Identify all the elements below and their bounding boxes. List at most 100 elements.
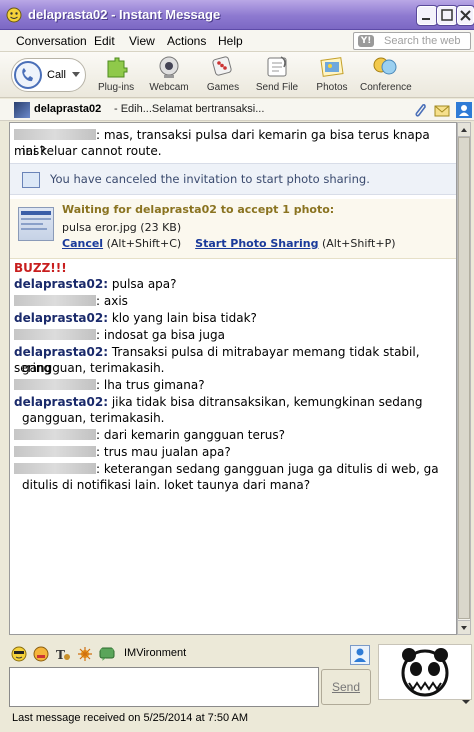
yahoo-search-icon: Y! (358, 35, 374, 47)
photo-thumbnail[interactable] (18, 207, 54, 241)
emoticon-icon[interactable] (11, 646, 27, 662)
maximize-button[interactable] (436, 5, 458, 26)
radiohead-bear-icon (401, 648, 449, 697)
redacted-sender (14, 329, 96, 340)
svg-text:T: T (56, 648, 65, 662)
menu-conversation[interactable]: Conversation (16, 34, 87, 48)
photos-button[interactable]: Photos (314, 55, 350, 93)
conference-icon (373, 57, 397, 75)
menu-edit[interactable]: Edit (94, 34, 115, 48)
audible-icon[interactable] (33, 646, 49, 662)
message-text: : keterangan sedang gangguan juga ga dit… (96, 462, 439, 476)
redacted-sender (14, 379, 96, 390)
display-image-toggle[interactable] (350, 645, 370, 665)
photo-sharing-notice: You have canceled the invitation to star… (10, 163, 456, 195)
phone-icon (14, 61, 42, 89)
send-file-button[interactable]: Send File (254, 55, 300, 93)
message-continuation: gangguan, terimakasih. (22, 411, 165, 425)
send-button[interactable]: Send (321, 669, 371, 705)
games-button[interactable]: Games (205, 55, 241, 93)
redacted-sender (14, 429, 96, 440)
games-icon (212, 56, 232, 76)
start-shortcut: (Alt+Shift+P) (321, 237, 396, 250)
message-continuation: gangguan, terimakasih. (22, 361, 165, 375)
send-file-label: Send File (255, 82, 299, 93)
conversation-scrollbar[interactable] (457, 122, 471, 635)
scroll-thumb[interactable] (458, 137, 470, 619)
conference-button[interactable]: Conference (360, 55, 412, 93)
message-text: klo yang lain bisa tidak? (108, 311, 257, 325)
search-placeholder: Search the web (384, 35, 461, 47)
message-text: : axis (96, 294, 128, 308)
contact-bar: delaprasta02 - Edih...Selamat bertransak… (0, 99, 474, 121)
cancel-photo-link[interactable]: Cancel (62, 237, 103, 250)
menu-bar: Conversation Edit View Actions Help Y! S… (0, 30, 474, 52)
notice-text: You have canceled the invitation to star… (50, 172, 370, 186)
my-display-image[interactable] (378, 644, 472, 700)
conference-label: Conference (360, 82, 412, 93)
photos-icon (320, 57, 344, 77)
call-dropdown-icon[interactable] (72, 72, 80, 77)
webcam-label: Webcam (149, 82, 189, 93)
font-format-icon[interactable]: T (55, 646, 71, 662)
close-icon (460, 10, 471, 21)
photo-invite-title: Waiting for delaprasta02 to accept 1 pho… (62, 203, 335, 216)
imvironment-icon[interactable] (99, 646, 115, 662)
send-file-icon (267, 56, 287, 77)
webcam-icon (159, 56, 179, 78)
conversation-area[interactable]: : mas, transaksi pulsa dari kemarin ga b… (9, 122, 457, 635)
minimize-icon (422, 18, 430, 20)
maximize-icon (441, 9, 453, 21)
photo-file-name: pulsa eror.jpg (23 KB) (62, 221, 182, 234)
start-photo-sharing-link[interactable]: Start Photo Sharing (195, 237, 318, 250)
avatar-dropdown-icon[interactable] (378, 697, 472, 707)
last-message-status: Last message received on 5/25/2014 at 7:… (12, 712, 249, 724)
message-text: : lha trus gimana? (96, 378, 205, 392)
status-bar: Last message received on 5/25/2014 at 7:… (0, 708, 474, 730)
toolbar: Call Plug-ins Webcam Games Send File Pho… (0, 52, 474, 98)
menu-help[interactable]: Help (218, 34, 243, 48)
cancel-shortcut: (Alt+Shift+C) (106, 237, 182, 250)
attach-icon[interactable] (412, 102, 428, 118)
message-line: delaprasta02: jika tidak bisa ditransaks… (14, 394, 452, 410)
contact-info-icon[interactable] (456, 102, 472, 118)
menu-view[interactable]: View (129, 34, 155, 48)
contact-avatar[interactable] (14, 102, 30, 118)
formatting-bar: T IMVironment (9, 644, 389, 666)
scroll-up-arrow-icon[interactable] (458, 123, 470, 137)
photo-invite-actions: Cancel (Alt+Shift+C) Start Photo Sharing… (62, 237, 396, 250)
imvironment-label[interactable]: IMVironment (124, 647, 186, 659)
message-text: jika tidak bisa ditransaksikan, kemungki… (108, 395, 423, 409)
photo-share-icon (22, 172, 40, 188)
doodle-icon[interactable] (77, 646, 93, 662)
window-title: delaprasta02 - Instant Message (28, 7, 221, 22)
message-sender: delaprasta02: (14, 395, 109, 409)
redacted-sender (14, 129, 96, 140)
message-continuation: ditulis di notifikasi lain. loket taunya… (22, 478, 311, 492)
close-button[interactable] (456, 5, 474, 26)
call-button[interactable]: Call (11, 58, 86, 92)
title-bar[interactable]: delaprasta02 - Instant Message (0, 0, 474, 30)
message-text: : dari kemarin gangguan terus? (96, 428, 285, 442)
message-input[interactable] (9, 667, 319, 707)
web-search-input[interactable]: Y! Search the web (353, 32, 471, 50)
menu-actions[interactable]: Actions (167, 34, 206, 48)
message-line: : keterangan sedang gangguan juga ga dit… (14, 461, 452, 477)
minimize-button[interactable] (416, 5, 438, 26)
redacted-sender (14, 446, 96, 457)
photo-invite-panel: Waiting for delaprasta02 to accept 1 pho… (10, 199, 456, 259)
email-icon[interactable] (434, 102, 450, 118)
contact-name[interactable]: delaprasta02 (34, 103, 101, 115)
scroll-down-arrow-icon[interactable] (458, 620, 470, 634)
webcam-button[interactable]: Webcam (149, 55, 189, 93)
message-text: pulsa apa? (108, 277, 177, 291)
photos-label: Photos (316, 82, 348, 93)
call-label: Call (47, 69, 66, 81)
message-text: : indosat ga bisa juga (96, 328, 225, 342)
message-line: : trus mau jualan apa? (14, 444, 452, 460)
redacted-sender (14, 463, 96, 474)
message-line: delaprasta02: klo yang lain bisa tidak? (14, 310, 452, 326)
message-sender: delaprasta02: (14, 311, 109, 325)
plugins-button[interactable]: Plug-ins (98, 55, 134, 93)
message-sender: delaprasta02: (14, 345, 109, 359)
